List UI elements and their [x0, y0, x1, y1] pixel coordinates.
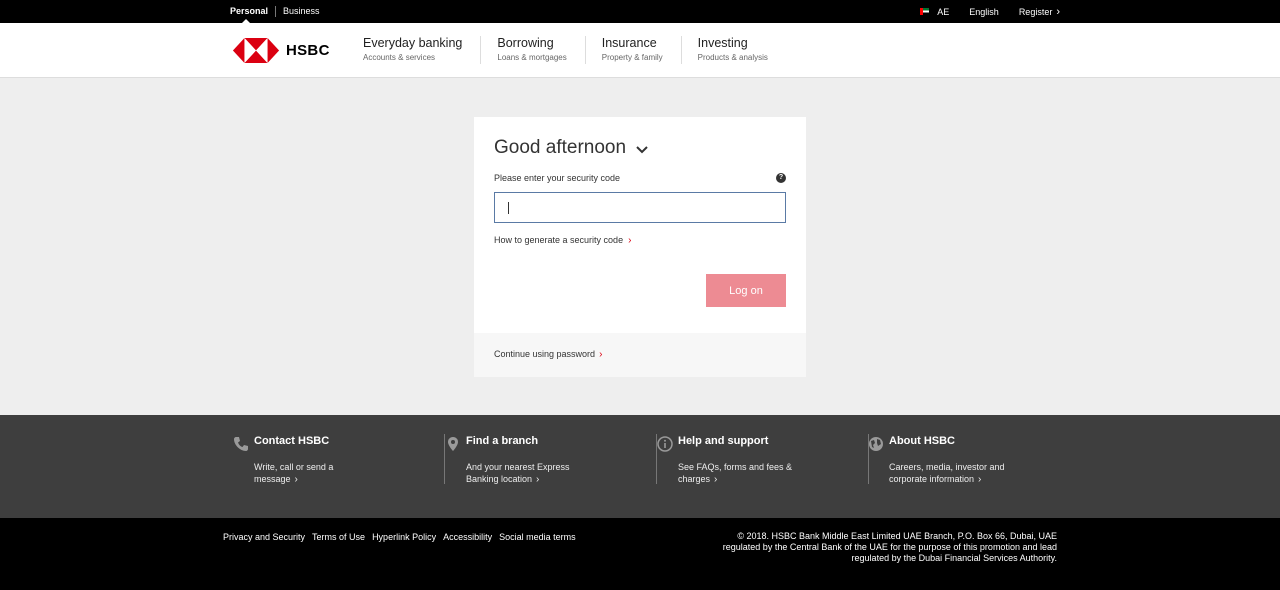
- social-media-terms-link[interactable]: Social media terms: [499, 532, 576, 542]
- tab-business[interactable]: Business: [276, 0, 327, 23]
- location-pin-icon: [448, 437, 458, 451]
- chevron-down-icon: [636, 145, 648, 153]
- tab-personal[interactable]: Personal: [230, 0, 275, 23]
- chevron-right-icon: ›: [628, 235, 632, 246]
- footer-help-title[interactable]: Help and support: [678, 435, 768, 447]
- location-label: AE: [937, 6, 950, 17]
- security-code-label: Please enter your security code: [494, 173, 621, 183]
- chevron-right-icon: ›: [599, 349, 603, 360]
- chevron-right-icon: ›: [1056, 5, 1060, 18]
- nav-title: Everyday banking: [363, 36, 463, 50]
- language-selector[interactable]: English: [969, 7, 999, 17]
- card-footer: Continue using password ›: [474, 333, 806, 377]
- footer-about-link[interactable]: Careers, media, investor and corporate i…: [889, 461, 1009, 486]
- nav-title: Investing: [697, 36, 748, 50]
- log-on-button[interactable]: Log on: [706, 274, 786, 307]
- greeting-toggle[interactable]: Good afternoon: [494, 137, 648, 159]
- footer-branch-title[interactable]: Find a branch: [466, 435, 538, 447]
- nav-subtitle: Loans & mortgages: [497, 53, 567, 62]
- hsbc-hexagon-icon: [232, 38, 280, 63]
- copyright-text: © 2018. HSBC Bank Middle East Limited UA…: [722, 531, 1057, 563]
- uae-flag-icon: [920, 8, 930, 15]
- location-selector[interactable]: AE: [920, 7, 949, 17]
- footer-branch-link[interactable]: And your nearest Express Banking locatio…: [466, 461, 586, 486]
- primary-nav: Everyday banking Accounts & services Bor…: [363, 36, 802, 64]
- logo-wordmark: HSBC: [286, 42, 330, 59]
- footer-branch: Find a branch And your nearest Express B…: [445, 434, 657, 486]
- utility-nav: AE English Register ›: [920, 0, 1060, 23]
- accessibility-link[interactable]: Accessibility: [443, 532, 492, 542]
- footer-contact-title[interactable]: Contact HSBC: [254, 435, 329, 447]
- continue-password-label: Continue using password: [494, 349, 596, 359]
- phone-icon: [234, 437, 248, 451]
- register-link[interactable]: Register ›: [1019, 6, 1060, 18]
- continue-password-link[interactable]: Continue using password ›: [494, 349, 602, 360]
- info-icon: [657, 436, 673, 452]
- privacy-security-link[interactable]: Privacy and Security: [223, 532, 305, 542]
- footer-branch-desc: And your nearest Express Banking locatio…: [466, 462, 570, 484]
- how-to-generate-link[interactable]: How to generate a security code ›: [494, 235, 631, 246]
- chevron-right-icon: ›: [294, 474, 298, 485]
- nav-title: Insurance: [601, 36, 657, 50]
- footer-contact-link[interactable]: Write, call or send a message ›: [254, 461, 374, 486]
- login-card: Good afternoon Please enter your securit…: [474, 117, 806, 377]
- legal-bar: Privacy and Security Terms of Use Hyperl…: [0, 518, 1280, 590]
- text-cursor: [508, 202, 509, 214]
- nav-subtitle: Products & analysis: [697, 53, 768, 62]
- footer-about-desc: Careers, media, investor and corporate i…: [889, 462, 1005, 484]
- main-header: HSBC Everyday banking Accounts & service…: [0, 23, 1280, 78]
- hsbc-logo[interactable]: HSBC: [232, 38, 330, 63]
- nav-borrowing[interactable]: Borrowing Loans & mortgages: [497, 36, 586, 64]
- footer-help-desc: See FAQs, forms and fees & charges: [678, 462, 793, 484]
- footer-about-title[interactable]: About HSBC: [889, 435, 955, 447]
- nav-insurance[interactable]: Insurance Property & family: [602, 36, 682, 64]
- footer-about: About HSBC Careers, media, investor and …: [868, 434, 1080, 486]
- nav-investing[interactable]: Investing Products & analysis: [698, 36, 786, 64]
- how-to-generate-label: How to generate a security code: [494, 235, 624, 245]
- chevron-right-icon: ›: [536, 474, 540, 485]
- footer-contact-desc: Write, call or send a message: [254, 462, 334, 484]
- nav-title: Borrowing: [497, 36, 554, 50]
- hyperlink-policy-link[interactable]: Hyperlink Policy: [372, 532, 436, 542]
- top-bar: Personal Business AE English Register ›: [0, 0, 1280, 23]
- greeting-text: Good afternoon: [494, 137, 627, 158]
- globe-icon: [869, 437, 883, 451]
- chevron-right-icon: ›: [714, 474, 718, 485]
- footer-help: Help and support See FAQs, forms and fee…: [657, 434, 869, 486]
- register-label: Register: [1018, 6, 1053, 17]
- footer-help-link[interactable]: See FAQs, forms and fees & charges ›: [678, 461, 798, 486]
- security-code-input[interactable]: [494, 192, 786, 223]
- terms-of-use-link[interactable]: Terms of Use: [312, 532, 365, 542]
- nav-subtitle: Accounts & services: [363, 53, 436, 62]
- field-label-row: Please enter your security code ?: [494, 173, 786, 183]
- segment-tabs: Personal Business: [230, 0, 327, 23]
- site-footer: Contact HSBC Write, call or send a messa…: [0, 415, 1280, 518]
- nav-subtitle: Property & family: [601, 53, 663, 62]
- help-icon[interactable]: ?: [776, 173, 786, 183]
- legal-links: Privacy and Security Terms of Use Hyperl…: [223, 532, 576, 542]
- nav-everyday-banking[interactable]: Everyday banking Accounts & services: [363, 36, 482, 64]
- footer-contact: Contact HSBC Write, call or send a messa…: [233, 434, 445, 486]
- chevron-right-icon: ›: [978, 474, 982, 485]
